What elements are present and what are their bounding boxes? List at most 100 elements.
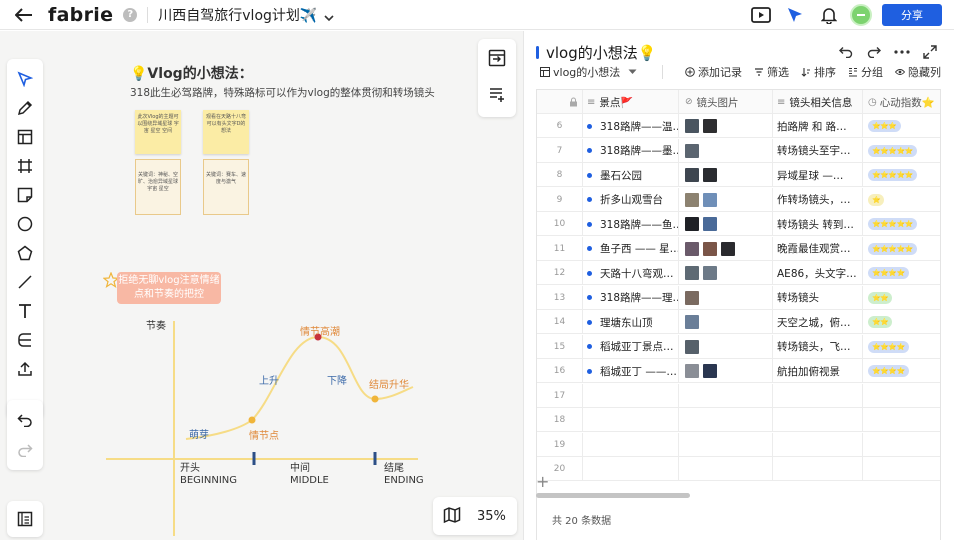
shot-image-cell[interactable] (678, 261, 772, 285)
sprout-label[interactable]: 萌芽 (189, 426, 209, 441)
table-row[interactable]: 12 天路十八弯观… AE86，头文字… ⭐⭐⭐⭐ (537, 261, 940, 285)
image-thumbnail[interactable] (685, 364, 699, 378)
image-thumbnail[interactable] (703, 241, 717, 256)
scenic-spot-cell[interactable]: 理塘东山顶 (582, 310, 678, 334)
bell-icon[interactable] (818, 4, 840, 26)
ending-rise-label[interactable]: 结局升华 (369, 376, 409, 391)
image-thumbnail[interactable] (685, 143, 699, 158)
scenic-spot-cell[interactable] (582, 457, 678, 481)
scenic-spot-cell[interactable]: 318路牌——温… (582, 114, 678, 138)
stage-ending[interactable]: 结尾 ENDING (384, 463, 424, 487)
image-thumbnail[interactable] (685, 266, 699, 280)
rating-cell[interactable]: ⭐⭐⭐⭐⭐ (862, 212, 940, 236)
more-icon[interactable] (892, 42, 912, 62)
image-thumbnail[interactable] (703, 119, 717, 133)
image-thumbnail[interactable] (685, 119, 699, 133)
table-row[interactable]: 7 318路牌——墨… 转场镜头至宇… ⭐⭐⭐⭐⭐ (537, 138, 940, 163)
shot-info-cell[interactable]: 晚霞最佳观赏… (772, 236, 862, 261)
stage-beginning[interactable]: 开头 BEGINNING (180, 463, 237, 487)
table-row[interactable]: 19 (537, 432, 940, 457)
image-thumbnail[interactable] (703, 192, 717, 207)
shot-info-cell[interactable] (772, 432, 862, 457)
rating-cell[interactable]: ⭐ (862, 187, 940, 212)
rating-cell[interactable]: ⭐⭐ (862, 285, 940, 310)
image-thumbnail[interactable] (685, 241, 699, 256)
shot-image-cell[interactable] (678, 432, 772, 457)
table-row[interactable]: 18 (537, 408, 940, 432)
undo-icon[interactable] (836, 42, 856, 62)
table-row[interactable]: 17 (537, 383, 940, 408)
rating-cell[interactable] (862, 432, 940, 457)
rhythm-axis-label[interactable]: 节奏 (146, 317, 166, 332)
shot-image-cell[interactable] (678, 310, 772, 334)
table-row[interactable]: 10 318路牌——鱼… 转场镜头 转到… ⭐⭐⭐⭐⭐ (537, 212, 940, 236)
scenic-spot-cell[interactable]: 折多山观雪台 (582, 187, 678, 212)
share-button[interactable]: 分享 (882, 4, 942, 26)
shot-info-cell[interactable]: 转场镜头至宇… (772, 138, 862, 163)
shot-info-cell[interactable] (772, 408, 862, 432)
table-row[interactable]: 20 (537, 457, 940, 481)
shot-image-cell[interactable] (678, 187, 772, 212)
image-thumbnail[interactable] (703, 217, 717, 231)
shot-info-cell[interactable]: 作转场镜头，… (772, 187, 862, 212)
shot-info-cell[interactable]: 航拍加俯视景 (772, 359, 862, 383)
add-record-button[interactable]: 添加记录 (685, 64, 742, 80)
shot-image-cell[interactable] (678, 359, 772, 383)
image-thumbnail[interactable] (703, 266, 717, 280)
rating-cell[interactable] (862, 457, 940, 481)
scenic-spot-cell[interactable]: 318路牌——鱼… (582, 212, 678, 236)
shot-info-cell[interactable]: AE86，头文字… (772, 261, 862, 285)
expand-icon[interactable] (920, 42, 940, 62)
shot-image-cell[interactable] (678, 383, 772, 408)
table-row[interactable]: 9 折多山观雪台 作转场镜头，… ⭐ (537, 187, 940, 212)
rating-cell[interactable]: ⭐⭐⭐⭐⭐ (862, 236, 940, 261)
shot-image-cell[interactable] (678, 212, 772, 236)
scenic-spot-cell[interactable] (582, 408, 678, 432)
image-thumbnail[interactable] (703, 364, 717, 378)
fall-label[interactable]: 下降 (327, 372, 347, 387)
scenic-spot-cell[interactable]: 318路牌——理… (582, 285, 678, 310)
rhythm-diagram[interactable] (0, 31, 523, 540)
whiteboard-canvas[interactable]: 35% 💡Vlog的小想法： 318此生必驾路牌，特殊路标可以作为vlog的整体… (0, 31, 523, 540)
climax-label[interactable]: 情节高潮 (300, 323, 340, 338)
scenic-spot-cell[interactable]: 天路十八弯观… (582, 261, 678, 285)
image-thumbnail[interactable] (703, 168, 717, 182)
shot-info-cell[interactable]: 转场镜头 (772, 285, 862, 310)
filter-button[interactable]: 筛选 (754, 64, 789, 80)
document-title[interactable]: 川西自驾旅行vlog计划✈️ (158, 5, 317, 25)
shot-info-cell[interactable] (772, 457, 862, 481)
rating-cell[interactable]: ⭐⭐⭐⭐⭐ (862, 163, 940, 187)
horizontal-scrollbar[interactable] (536, 493, 690, 498)
rating-cell[interactable]: ⭐⭐⭐ (862, 114, 940, 138)
shot-image-cell[interactable] (678, 285, 772, 310)
rating-cell[interactable]: ⭐⭐⭐⭐ (862, 359, 940, 383)
scenic-spot-cell[interactable] (582, 383, 678, 408)
plot-point-label[interactable]: 情节点 (249, 427, 279, 442)
shot-info-cell[interactable]: 拍路牌 和 路… (772, 114, 862, 138)
image-thumbnail[interactable] (685, 290, 699, 305)
group-button[interactable]: 分组 (848, 64, 883, 80)
table-row[interactable]: 13 318路牌——理… 转场镜头 ⭐⭐ (537, 285, 940, 310)
help-icon[interactable]: ? (123, 7, 138, 22)
column-header[interactable]: ≡ 镜头相关信息 (772, 90, 862, 114)
shot-info-cell[interactable]: 异域星球 —… (772, 163, 862, 187)
table-row[interactable]: 14 理塘东山顶 天空之城，俯… ⭐⭐ (537, 310, 940, 334)
table-row[interactable]: 11 鱼子西 —— 星… 晚霞最佳观赏… ⭐⭐⭐⭐⭐ (537, 236, 940, 261)
shot-info-cell[interactable] (772, 383, 862, 408)
stage-middle[interactable]: 中间 MIDDLE (290, 463, 329, 487)
scenic-spot-cell[interactable]: 稻城亚丁景点… (582, 334, 678, 359)
rating-cell[interactable]: ⭐⭐ (862, 310, 940, 334)
rating-cell[interactable] (862, 408, 940, 432)
rating-cell[interactable]: ⭐⭐⭐⭐ (862, 261, 940, 285)
shot-image-cell[interactable] (678, 138, 772, 163)
redo-icon[interactable] (864, 42, 884, 62)
rating-cell[interactable] (862, 383, 940, 408)
shot-image-cell[interactable] (678, 163, 772, 187)
image-thumbnail[interactable] (685, 217, 699, 231)
panel-title[interactable]: vlog的小想法💡 (546, 42, 656, 63)
shot-image-cell[interactable] (678, 334, 772, 359)
sort-button[interactable]: 排序 (801, 64, 836, 80)
image-thumbnail[interactable] (685, 192, 699, 207)
scenic-spot-cell[interactable] (582, 432, 678, 457)
brand-logo[interactable]: fabrie (48, 4, 113, 26)
